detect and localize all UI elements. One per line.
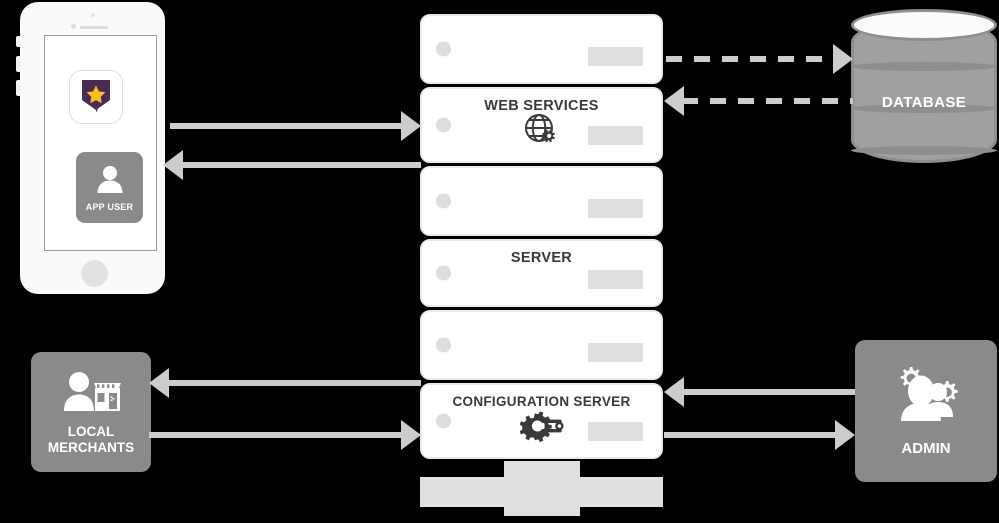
bay-slot-icon	[588, 126, 643, 145]
arrow-head-right-icon	[833, 44, 853, 74]
arrow-server-to-merchants	[149, 368, 421, 398]
arrow-server-to-admin	[664, 420, 855, 450]
bay-slot-icon	[588, 343, 643, 362]
server-label: SERVER	[510, 250, 573, 266]
configuration-server-label: CONFIGURATION SERVER	[452, 394, 631, 409]
bay-slot-icon	[588, 422, 643, 441]
admin-label: ADMIN	[901, 439, 951, 457]
arrow-head-left-icon	[664, 377, 684, 407]
server-bay-server[interactable]: SERVER	[420, 239, 663, 307]
phone-sensor-icon	[71, 24, 76, 29]
arrow-phone-to-server	[170, 111, 421, 141]
server-rack-neck	[504, 461, 580, 516]
bay-slot-icon	[588, 47, 643, 66]
gear-wrench-icon	[519, 410, 564, 447]
bay-slot-icon	[588, 270, 643, 289]
bay-slot-icon	[588, 199, 643, 218]
arrow-server-to-database	[666, 44, 853, 74]
local-merchants-label-line2: MERCHANTS	[47, 439, 135, 455]
mobile-device: APP USER	[16, 2, 165, 294]
db-band	[851, 62, 997, 71]
db-band	[851, 146, 997, 155]
bay-led-indicator-icon	[436, 41, 451, 57]
arrow-shaft	[664, 432, 837, 438]
user-avatar-icon	[94, 163, 126, 200]
arrow-database-to-server	[664, 86, 853, 116]
phone-home-button[interactable]	[80, 260, 108, 287]
arrow-merchants-to-server	[149, 420, 421, 450]
arrow-shaft	[167, 380, 421, 386]
phone-camera-icon	[91, 13, 95, 17]
arrow-head-left-icon	[149, 368, 169, 398]
people-gears-icon	[890, 365, 962, 432]
arrow-shaft-dashed	[666, 56, 835, 62]
arrow-head-right-icon	[401, 420, 421, 450]
server-bay-1[interactable]	[420, 14, 663, 84]
server-bay-3[interactable]	[420, 166, 663, 236]
admin-node[interactable]: ADMIN	[855, 340, 997, 482]
phone-speaker-grille	[80, 25, 108, 29]
arrow-head-left-icon	[163, 150, 183, 180]
person-storefront-icon	[60, 369, 122, 418]
bay-led-indicator-icon	[436, 265, 451, 281]
server-bay-configuration-server[interactable]: CONFIGURATION SERVER	[420, 383, 663, 459]
server-bay-5[interactable]	[420, 310, 663, 380]
arrow-server-to-phone	[163, 150, 421, 180]
local-merchants-label-line1: LOCAL	[67, 423, 115, 439]
bay-led-indicator-icon	[436, 337, 451, 353]
database-label: DATABASE	[881, 94, 967, 111]
server-bay-web-services[interactable]: WEB SERVICES	[420, 87, 663, 163]
bay-led-indicator-icon	[436, 193, 451, 209]
arrow-shaft	[682, 389, 855, 395]
arrow-shaft	[170, 123, 403, 129]
local-merchants-node[interactable]: LOCAL MERCHANTS	[31, 352, 151, 472]
app-user-tile[interactable]: APP USER	[76, 152, 143, 223]
database-node[interactable]: DATABASE	[851, 6, 997, 176]
app-user-label: APP USER	[85, 202, 134, 212]
arrow-shaft	[181, 162, 421, 168]
arrow-shaft-dashed	[682, 98, 853, 104]
arrow-admin-to-server	[664, 377, 855, 407]
server-rack: WEB SERVICES SERVER CONFIGURATION SERVER	[420, 14, 663, 462]
local-merchants-label: LOCAL MERCHANTS	[48, 424, 134, 456]
phone-volume-down-button[interactable]	[16, 80, 21, 96]
phone-mute-switch[interactable]	[16, 36, 21, 47]
app-icon-tile[interactable]	[69, 70, 123, 124]
arrow-head-left-icon	[664, 86, 684, 116]
bay-led-indicator-icon	[436, 413, 451, 429]
shield-star-badge-icon	[79, 77, 113, 118]
bay-led-indicator-icon	[436, 117, 451, 133]
arrow-head-right-icon	[835, 420, 855, 450]
phone-volume-up-button[interactable]	[16, 56, 21, 72]
phone-screen: APP USER	[44, 35, 157, 251]
globe-gear-icon	[523, 112, 561, 151]
db-top-ellipse	[851, 9, 997, 41]
arrow-shaft	[149, 432, 403, 438]
architecture-diagram-canvas: APP USER WEB SERVICES SERVER CONFIGURATI…	[0, 0, 999, 523]
arrow-head-right-icon	[401, 111, 421, 141]
